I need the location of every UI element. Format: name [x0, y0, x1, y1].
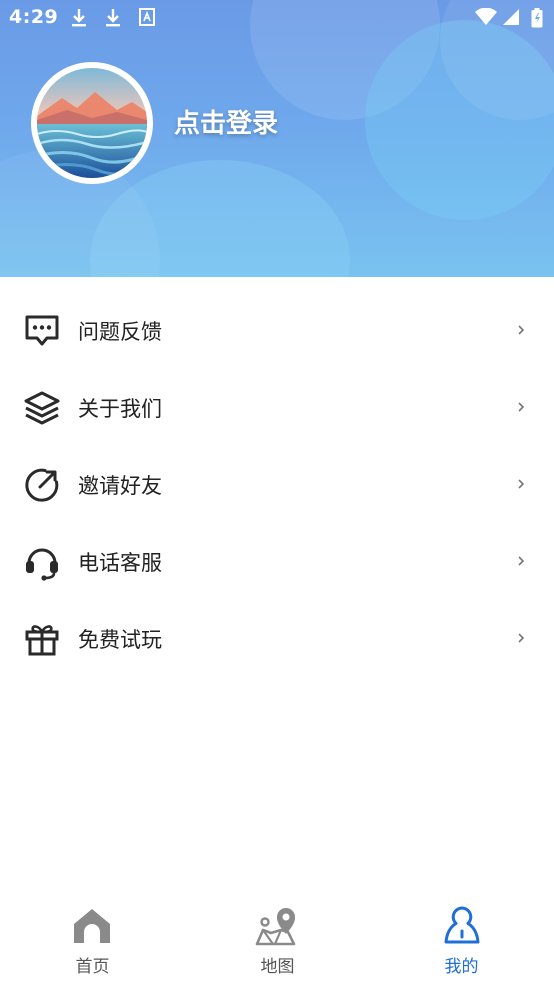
user-icon	[444, 906, 480, 944]
tab-map-label: 地图	[260, 957, 295, 977]
login-button[interactable]: 点击登录	[174, 103, 278, 140]
menu-item-label: 邀请好友	[78, 474, 162, 498]
avatar-image	[37, 68, 147, 178]
menu-item-label: 关于我们	[78, 397, 162, 421]
home-icon	[74, 909, 110, 943]
layers-icon	[24, 391, 60, 425]
avatar[interactable]	[31, 62, 153, 184]
chevron-right-icon	[518, 479, 525, 489]
profile-header: 4:29 点击登录	[0, 0, 554, 277]
map-pin-icon	[255, 908, 296, 946]
menu-item-phone-support[interactable]: 电话客服	[0, 523, 554, 600]
menu-item-free-trial[interactable]: 免费试玩	[0, 600, 554, 677]
wifi-icon	[475, 8, 497, 25]
download-icon	[72, 9, 86, 27]
menu-item-label: 电话客服	[78, 551, 162, 575]
chevron-right-icon	[518, 556, 525, 566]
menu-item-invite-friends[interactable]: 邀请好友	[0, 446, 554, 523]
menu-item-feedback[interactable]: 问题反馈	[0, 292, 554, 369]
battery-icon	[531, 8, 543, 28]
tab-mine[interactable]: 我的	[369, 890, 554, 984]
chevron-right-icon	[518, 325, 525, 335]
download-icon	[106, 9, 120, 27]
bottom-nav: 首页 地图 我的	[0, 890, 554, 984]
tab-map[interactable]: 地图	[185, 890, 370, 984]
menu-item-label: 免费试玩	[78, 628, 162, 652]
status-bar: 4:29	[0, 0, 554, 36]
tab-home[interactable]: 首页	[0, 890, 185, 984]
share-arrow-icon	[25, 468, 59, 502]
menu-item-label: 问题反馈	[78, 320, 162, 344]
status-time: 4:29	[9, 6, 59, 28]
headset-icon	[26, 548, 58, 581]
settings-menu: 问题反馈 关于我们 邀请好友 电话客服 免费试玩	[0, 292, 554, 677]
gift-icon	[25, 625, 59, 656]
tab-home-label: 首页	[75, 957, 110, 977]
menu-item-about-us[interactable]: 关于我们	[0, 369, 554, 446]
signal-icon	[503, 9, 519, 25]
tab-mine-label: 我的	[444, 957, 479, 977]
chat-bubble-icon	[25, 315, 59, 346]
font-icon	[139, 8, 155, 26]
chevron-right-icon	[518, 402, 525, 412]
chevron-right-icon	[518, 633, 525, 643]
